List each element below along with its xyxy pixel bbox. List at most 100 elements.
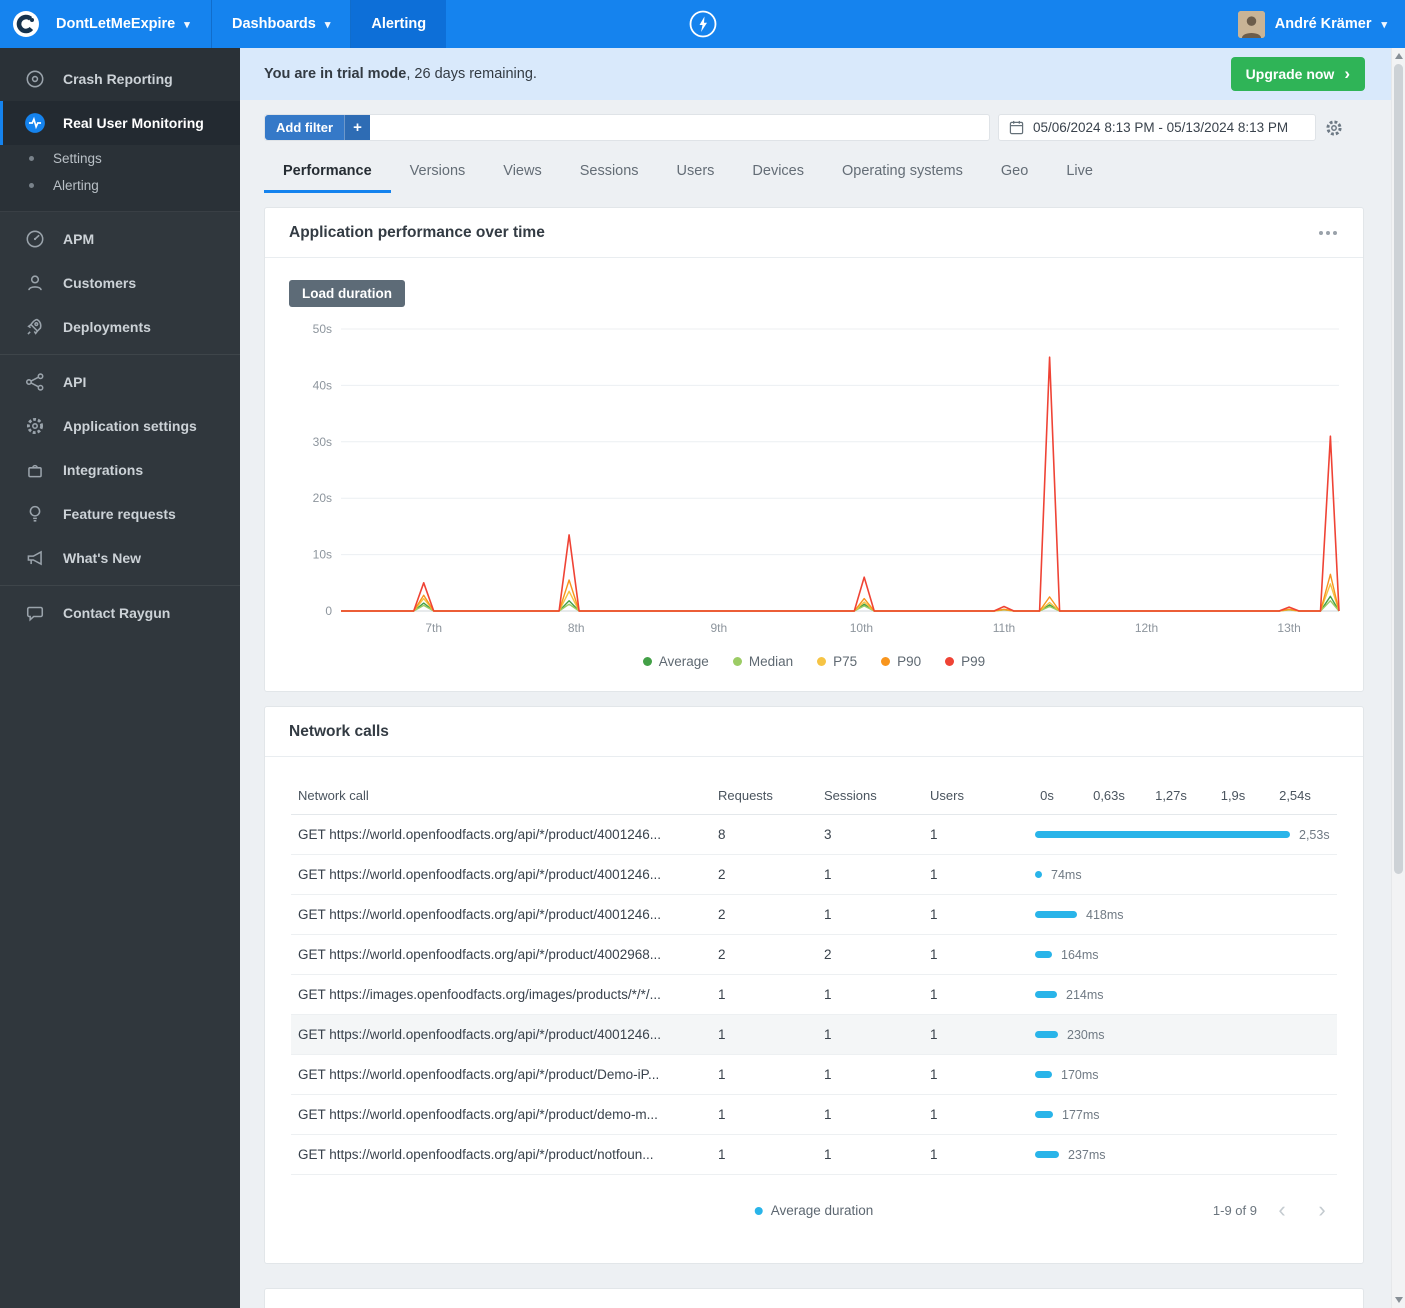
app-switcher[interactable]: DontLetMeExpire ▾ (52, 0, 212, 48)
table-row[interactable]: GET https://world.openfoodfacts.org/api/… (291, 815, 1337, 855)
network-call-url[interactable]: GET https://world.openfoodfacts.org/api/… (291, 907, 718, 922)
tab-devices[interactable]: Devices (733, 153, 823, 193)
table-header: Network call Requests Sessions Users 0s … (291, 777, 1337, 815)
sidebar-item-whats-new[interactable]: What's New (0, 536, 240, 580)
svg-text:30s: 30s (313, 435, 332, 449)
column-sessions[interactable]: Sessions (824, 788, 930, 803)
table-row[interactable]: GET https://world.openfoodfacts.org/api/… (291, 895, 1337, 935)
sessions-value: 1 (824, 1107, 832, 1122)
sidebar-item-contact-raygun[interactable]: Contact Raygun (0, 591, 240, 635)
trial-banner-text: , 26 days remaining. (406, 66, 537, 82)
sidebar-label: Application settings (63, 418, 197, 434)
scrollbar[interactable] (1391, 48, 1405, 1308)
dashboards-menu[interactable]: Dashboards ▾ (212, 0, 352, 48)
page-range: 1-9 of 9 (1212, 1202, 1257, 1218)
alerting-menu[interactable]: Alerting (351, 0, 447, 48)
upgrade-now-button[interactable]: Upgrade now › (1230, 57, 1365, 91)
network-call-url[interactable]: GET https://world.openfoodfacts.org/api/… (291, 827, 718, 842)
trial-banner: You are in trial mode , 26 days remainin… (240, 48, 1391, 100)
sidebar-item-rum-alerting[interactable]: Alerting (0, 172, 240, 199)
users-value: 1 (930, 907, 938, 922)
table-row[interactable]: GET https://world.openfoodfacts.org/api/… (291, 1015, 1337, 1055)
sidebar-item-feature-requests[interactable]: Feature requests (0, 492, 240, 536)
sessions-value: 1 (824, 1147, 832, 1162)
raygun-flare-icon[interactable] (687, 8, 719, 45)
sessions-value: 3 (824, 827, 832, 842)
scroll-up-arrow[interactable] (1395, 53, 1403, 59)
svg-text:9th: 9th (710, 621, 727, 635)
megaphone-icon (24, 547, 46, 569)
sidebar-item-application-settings[interactable]: Application settings (0, 404, 240, 448)
settings-gear-icon[interactable] (1324, 118, 1344, 138)
scrollbar-thumb[interactable] (1394, 64, 1403, 874)
sidebar-item-rum-settings[interactable]: Settings (0, 145, 240, 172)
users-value: 1 (930, 827, 938, 842)
add-filter-button[interactable]: Add filter + (265, 115, 371, 140)
network-call-url[interactable]: GET https://world.openfoodfacts.org/api/… (291, 1027, 718, 1042)
svg-text:13th: 13th (1277, 621, 1300, 635)
sidebar-item-customers[interactable]: Customers (0, 261, 240, 305)
duration-label: 230ms (1067, 1027, 1105, 1042)
tab-operating-systems[interactable]: Operating systems (823, 153, 982, 193)
tab-views[interactable]: Views (484, 153, 560, 193)
legend-item-p75[interactable]: P75 (817, 654, 857, 669)
sidebar-label: Feature requests (63, 506, 176, 522)
sidebar-item-real-user-monitoring[interactable]: Real User Monitoring (0, 101, 240, 145)
duration-bar-cell: 2,53s (1035, 828, 1337, 842)
legend-item-p99[interactable]: P99 (945, 654, 985, 669)
sidebar-item-deployments[interactable]: Deployments (0, 305, 240, 349)
next-page-button[interactable]: › (1307, 1193, 1337, 1227)
scroll-down-arrow[interactable] (1395, 1297, 1403, 1303)
network-call-url[interactable]: GET https://world.openfoodfacts.org/api/… (291, 1107, 718, 1122)
sidebar-item-crash-reporting[interactable]: Crash Reporting (0, 57, 240, 101)
sidebar-item-api[interactable]: API (0, 360, 240, 404)
plus-icon[interactable]: + (344, 115, 371, 140)
average-duration-legend: Average duration (754, 1203, 873, 1218)
sidebar: Crash Reporting Real User Monitoring Set… (0, 48, 240, 1308)
duration-bar (1035, 871, 1042, 878)
tab-versions[interactable]: Versions (391, 153, 485, 193)
card-menu-icon[interactable] (1317, 225, 1339, 241)
network-call-url[interactable]: GET https://world.openfoodfacts.org/api/… (291, 867, 718, 882)
column-network-call[interactable]: Network call (291, 788, 718, 803)
user-menu[interactable]: André Krämer ▾ (1220, 0, 1405, 48)
sidebar-item-apm[interactable]: APM (0, 217, 240, 261)
date-range-picker[interactable]: 05/06/2024 8:13 PM - 05/13/2024 8:13 PM (998, 114, 1316, 141)
svg-text:20s: 20s (313, 491, 332, 505)
raygun-logo[interactable] (0, 0, 52, 48)
duration-bar (1035, 1111, 1053, 1118)
prev-page-button[interactable]: ‹ (1267, 1193, 1297, 1227)
filter-bar[interactable]: Add filter + (264, 114, 990, 141)
users-value: 1 (930, 1067, 938, 1082)
sidebar-label: Deployments (63, 319, 151, 335)
duration-bar (1035, 1031, 1058, 1038)
network-call-url[interactable]: GET https://world.openfoodfacts.org/api/… (291, 1147, 718, 1162)
table-row[interactable]: GET https://world.openfoodfacts.org/api/… (291, 1135, 1337, 1175)
tab-live[interactable]: Live (1047, 153, 1112, 193)
next-card-partial (264, 1288, 1364, 1308)
legend-item-average[interactable]: Average (642, 654, 709, 669)
chart-legend: Average Median P75 P90 P99 (265, 650, 1363, 691)
column-requests[interactable]: Requests (718, 788, 824, 803)
network-call-url[interactable]: GET https://world.openfoodfacts.org/api/… (291, 1067, 718, 1082)
table-row[interactable]: GET https://world.openfoodfacts.org/api/… (291, 935, 1337, 975)
table-row[interactable]: GET https://world.openfoodfacts.org/api/… (291, 1095, 1337, 1135)
tab-performance[interactable]: Performance (264, 153, 391, 193)
duration-bar-cell: 418ms (1035, 908, 1337, 922)
network-call-url[interactable]: GET https://world.openfoodfacts.org/api/… (291, 947, 718, 962)
requests-value: 2 (718, 947, 726, 962)
duration-bar-cell: 214ms (1035, 988, 1337, 1002)
table-row[interactable]: GET https://world.openfoodfacts.org/api/… (291, 1055, 1337, 1095)
table-row[interactable]: GET https://images.openfoodfacts.org/ima… (291, 975, 1337, 1015)
table-row[interactable]: GET https://world.openfoodfacts.org/api/… (291, 855, 1337, 895)
sidebar-item-integrations[interactable]: Integrations (0, 448, 240, 492)
legend-item-p90[interactable]: P90 (881, 654, 921, 669)
load-duration-toggle[interactable]: Load duration (289, 280, 405, 307)
legend-item-median[interactable]: Median (732, 654, 793, 669)
tab-geo[interactable]: Geo (982, 153, 1047, 193)
column-users[interactable]: Users (930, 788, 1035, 803)
tab-users[interactable]: Users (658, 153, 734, 193)
network-call-url[interactable]: GET https://images.openfoodfacts.org/ima… (291, 987, 718, 1002)
sidebar-label: APM (63, 231, 95, 247)
tab-sessions[interactable]: Sessions (561, 153, 658, 193)
